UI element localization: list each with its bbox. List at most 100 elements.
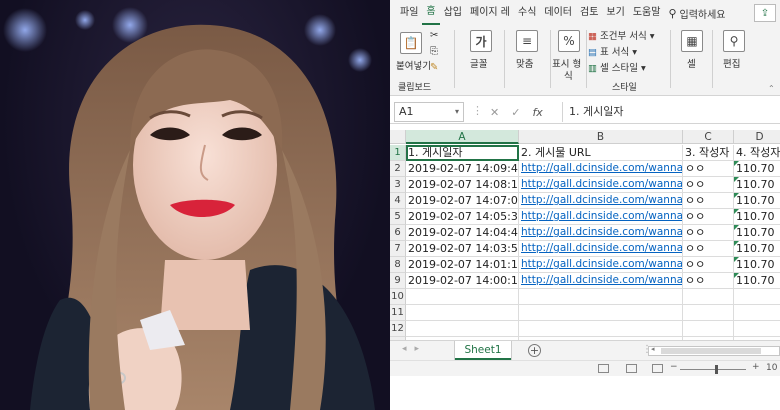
column-header-c[interactable]: C (683, 130, 734, 144)
paste-label[interactable]: 붙여넣기 (396, 58, 431, 72)
formula-input[interactable]: 1. 게시일자 (562, 102, 776, 122)
chevron-down-icon[interactable]: ▾ (455, 103, 459, 121)
zoom-in-icon[interactable]: + (752, 362, 760, 372)
row-header-12[interactable]: 12 (390, 321, 406, 337)
url-cell[interactable]: http://gall.dcinside.com/wannaone/ (519, 193, 683, 209)
header-cell[interactable]: 2. 게시물 URL (519, 145, 683, 161)
author-cell[interactable]: ㅇㅇ (683, 177, 734, 193)
url-cell[interactable]: http://gall.dcinside.com/wannaone/ (519, 161, 683, 177)
scroll-left-icon[interactable]: ◂ (651, 345, 655, 353)
url-cell[interactable]: http://gall.dcinside.com/wannaone/ (519, 241, 683, 257)
date-cell[interactable]: 2019-02-07 14:04:42 (406, 225, 519, 241)
insert-function-icon[interactable]: fx (532, 106, 542, 119)
url-cell[interactable]: http://gall.dcinside.com/wannaone/ (519, 177, 683, 193)
tab-help[interactable]: 도움말 (629, 0, 665, 26)
conditional-format-button[interactable]: ▦ 조건부 서식 ▾ (588, 28, 655, 42)
table-format-button[interactable]: ▤ 표 서식 ▾ (588, 44, 637, 58)
empty-cell[interactable] (406, 289, 519, 305)
empty-cell[interactable] (519, 321, 683, 337)
ip-cell[interactable]: 110.70 (734, 209, 780, 225)
ip-cell[interactable]: 110.70 (734, 177, 780, 193)
cells-icon[interactable]: ▦ (681, 30, 703, 52)
zoom-slider[interactable] (680, 369, 746, 370)
header-cell[interactable]: 4. 작성자 (734, 145, 780, 161)
font-icon[interactable]: 가 (470, 30, 492, 52)
font-label[interactable]: 글꼴 (470, 56, 487, 70)
cells-label[interactable]: 셀 (687, 56, 696, 70)
select-all-corner[interactable] (390, 130, 406, 144)
ip-cell[interactable]: 110.70 (734, 257, 780, 273)
find-icon[interactable]: ⚲ (723, 30, 745, 52)
header-cell[interactable]: 3. 작성자 (683, 145, 734, 161)
name-box[interactable]: A1 ▾ (394, 102, 464, 122)
ip-cell[interactable]: 110.70 (734, 225, 780, 241)
tab-insert[interactable]: 삽입 (440, 0, 466, 26)
date-cell[interactable]: 2019-02-07 14:03:56 (406, 241, 519, 257)
cancel-icon[interactable]: ✕ (490, 106, 499, 119)
column-header-a[interactable]: A (406, 130, 519, 144)
zoom-level[interactable]: 10 (766, 363, 777, 373)
author-cell[interactable]: ㅇㅇ (683, 161, 734, 177)
empty-cell[interactable] (406, 321, 519, 337)
page-break-view-icon[interactable] (652, 364, 663, 373)
column-header-d[interactable]: D (734, 130, 780, 144)
row-header-11[interactable]: 11 (390, 305, 406, 321)
tab-home[interactable]: 홈 (422, 1, 440, 25)
add-sheet-button[interactable]: + (528, 344, 541, 357)
url-cell[interactable]: http://gall.dcinside.com/wannaone/ (519, 257, 683, 273)
percent-icon[interactable]: % (558, 30, 580, 52)
url-cell[interactable]: http://gall.dcinside.com/wannaone/ (519, 273, 683, 289)
copy-icon[interactable]: ⎘ (430, 46, 438, 57)
edit-label[interactable]: 편집 (723, 56, 740, 70)
paste-icon[interactable]: 📋 (400, 32, 422, 54)
ip-cell[interactable]: 110.70 (734, 273, 780, 289)
cell-style-button[interactable]: ▥ 셀 스타일 ▾ (588, 60, 646, 74)
sheet-tab-sheet1[interactable]: Sheet1 (455, 341, 511, 360)
empty-cell[interactable] (683, 321, 734, 337)
empty-cell[interactable] (734, 321, 780, 337)
author-cell[interactable]: ㅇㅇ (683, 193, 734, 209)
tab-view[interactable]: 보기 (602, 0, 628, 26)
empty-cell[interactable] (683, 289, 734, 305)
tell-me-search[interactable]: ⚲ 입력하세요 (668, 6, 725, 21)
author-cell[interactable]: ㅇㅇ (683, 241, 734, 257)
author-cell[interactable]: ㅇㅇ (683, 209, 734, 225)
tab-data[interactable]: 데이터 (540, 0, 576, 26)
confirm-icon[interactable]: ✓ (511, 106, 520, 119)
author-cell[interactable]: ㅇㅇ (683, 273, 734, 289)
collapse-ribbon-icon[interactable]: ⌃ (768, 84, 775, 93)
ip-cell[interactable]: 110.70 (734, 241, 780, 257)
header-cell[interactable]: 1. 게시일자 (406, 145, 519, 161)
date-cell[interactable]: 2019-02-07 14:01:11 (406, 257, 519, 273)
row-header-5[interactable]: 5 (390, 209, 406, 225)
empty-cell[interactable] (519, 305, 683, 321)
row-header-8[interactable]: 8 (390, 257, 406, 273)
tab-file[interactable]: 파일 (396, 0, 422, 26)
column-header-b[interactable]: B (519, 130, 683, 144)
date-cell[interactable]: 2019-02-07 14:00:18 (406, 273, 519, 289)
url-cell[interactable]: http://gall.dcinside.com/wannaone/ (519, 225, 683, 241)
empty-cell[interactable] (683, 305, 734, 321)
format-painter-icon[interactable]: ✎ (430, 62, 438, 73)
sheet-nav-arrows[interactable]: ◂▸ (402, 344, 427, 354)
date-cell[interactable]: 2019-02-07 14:05:33 (406, 209, 519, 225)
share-icon[interactable]: ⇪ (754, 4, 776, 22)
url-cell[interactable]: http://gall.dcinside.com/wannaone/ (519, 209, 683, 225)
empty-cell[interactable] (734, 289, 780, 305)
row-header-7[interactable]: 7 (390, 241, 406, 257)
align-icon[interactable]: ≡ (516, 30, 538, 52)
zoom-out-icon[interactable]: − (670, 362, 678, 372)
align-label[interactable]: 맞춤 (516, 56, 533, 70)
empty-cell[interactable] (406, 305, 519, 321)
date-cell[interactable]: 2019-02-07 14:09:48 (406, 161, 519, 177)
row-header-9[interactable]: 9 (390, 273, 406, 289)
horizontal-scrollbar[interactable]: ◂ (648, 345, 780, 356)
ip-cell[interactable]: 110.70 (734, 193, 780, 209)
row-header-1[interactable]: 1 (390, 145, 406, 161)
tab-review[interactable]: 검토 (576, 0, 602, 26)
row-header-6[interactable]: 6 (390, 225, 406, 241)
row-header-2[interactable]: 2 (390, 161, 406, 177)
cut-icon[interactable]: ✂ (430, 30, 438, 41)
scroll-thumb[interactable] (661, 348, 761, 354)
tab-formulas[interactable]: 수식 (514, 0, 540, 26)
